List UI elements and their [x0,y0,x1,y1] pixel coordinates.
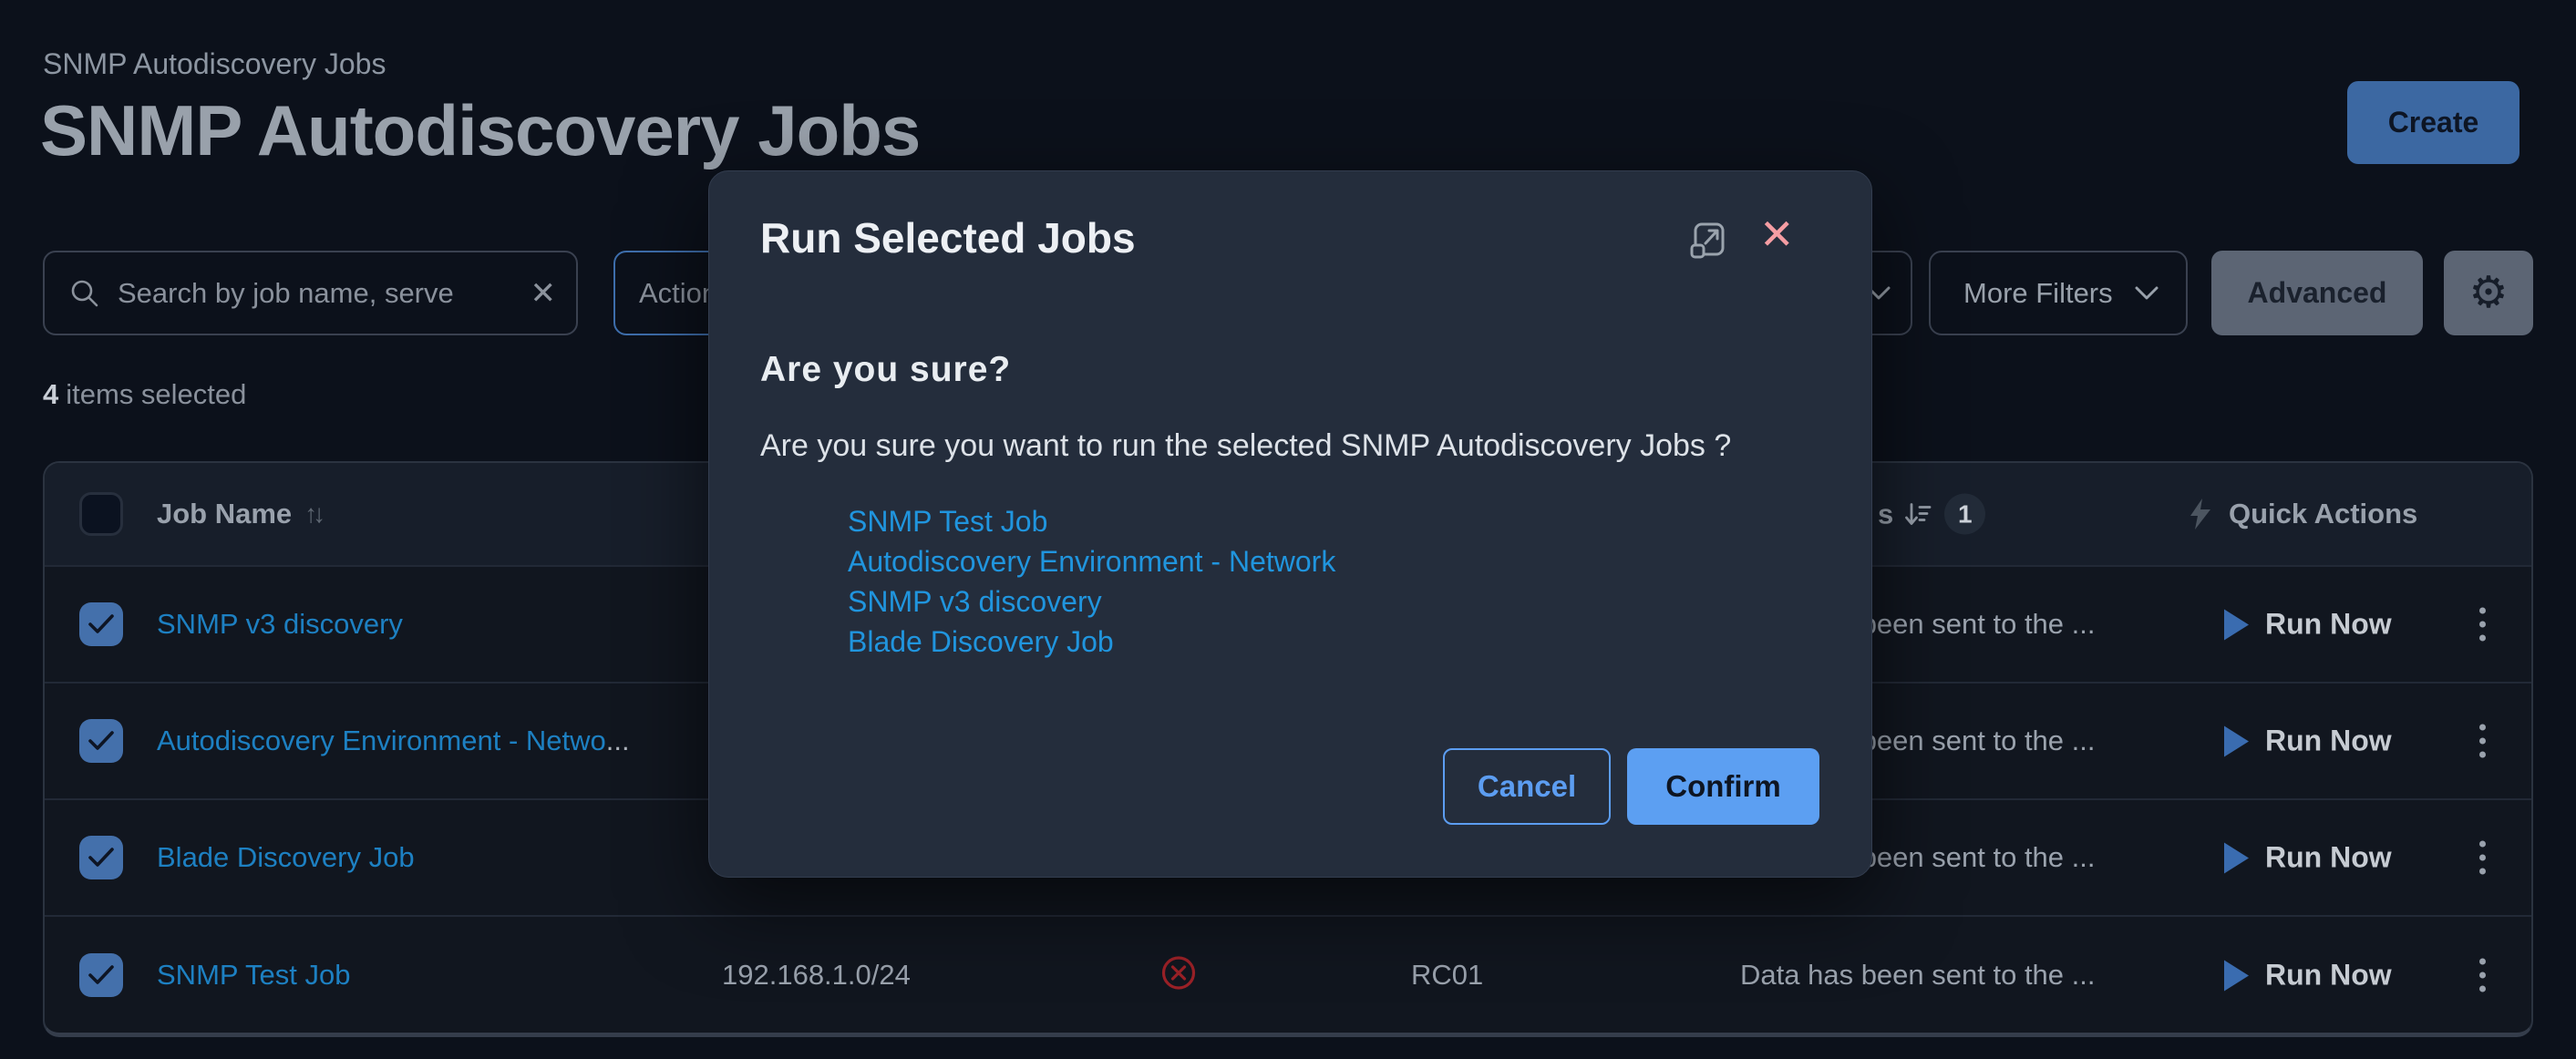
sorted-column-fragment: s [1878,498,1893,530]
checkbox-unchecked-icon[interactable] [79,492,123,536]
run-now-button[interactable]: Run Now [2224,608,2392,642]
sort-descending-icon[interactable] [1902,499,1933,530]
play-icon [2224,960,2249,991]
row-checkbox[interactable] [79,836,123,879]
subnet-cell: 192.168.1.0/24 [722,959,911,992]
settings-button[interactable]: ⚙ [2444,251,2533,335]
selected-jobs-list: SNMP Test Job Autodiscovery Environment … [848,501,1335,662]
column-header-sorted[interactable]: s 1 [1878,494,1985,535]
breadcrumb[interactable]: SNMP Autodiscovery Jobs [43,47,386,81]
expand-icon [1686,219,1730,262]
job-name-link[interactable]: Blade Discovery Job [157,841,415,874]
run-selected-jobs-dialog: Run Selected Jobs ✕ Are you sure? Are yo… [708,170,1872,878]
search-icon [68,277,101,310]
job-name-link[interactable]: SNMP Test Job [157,959,351,992]
page-title: SNMP Autodiscovery Jobs [40,89,920,172]
selected-job-link[interactable]: SNMP Test Job [848,501,1335,541]
lightning-bolt-icon [2187,498,2214,530]
column-header-quick-actions: Quick Actions [2187,498,2417,530]
play-icon [2224,842,2249,873]
row-checkbox[interactable] [79,602,123,646]
more-filters-label: More Filters [1963,277,2113,310]
snmp-autodiscovery-jobs-page: SNMP Autodiscovery Jobs SNMP Autodiscove… [0,0,2576,1059]
dialog-title: Run Selected Jobs [760,213,1136,262]
search-box[interactable]: ✕ [43,251,578,335]
chevron-down-icon [2135,286,2159,301]
checkbox-checked-icon[interactable] [79,602,123,646]
close-icon: ✕ [1759,211,1795,258]
run-now-button[interactable]: Run Now [2224,841,2392,875]
row-checkbox[interactable] [79,953,123,997]
confirm-question: Are you sure you want to run the selecte… [760,428,1731,464]
cancel-button[interactable]: Cancel [1443,748,1611,825]
gear-icon: ⚙ [2468,272,2508,315]
job-name-link[interactable]: SNMP v3 discovery [157,608,403,641]
run-now-button[interactable]: Run Now [2224,725,2392,758]
row-menu-button[interactable] [2474,602,2491,647]
play-icon [2224,725,2249,756]
selection-status: 4items selected [43,378,246,411]
create-button[interactable]: Create [2347,81,2519,164]
run-now-button[interactable]: Run Now [2224,959,2392,992]
column-header-job-name[interactable]: Job Name ↑↓ [157,498,321,530]
selected-job-link[interactable]: Autodiscovery Environment - Network [848,541,1335,581]
search-input[interactable] [118,277,514,310]
status-error-icon [1160,955,1197,996]
row-menu-button[interactable] [2474,836,2491,880]
advanced-button[interactable]: Advanced [2211,251,2423,335]
code-cell: RC01 [1411,959,1483,992]
play-icon [2224,609,2249,640]
row-menu-button[interactable] [2474,953,2491,998]
selection-count: 4 [43,378,58,410]
row-menu-button[interactable] [2474,719,2491,764]
selected-job-link[interactable]: SNMP v3 discovery [848,581,1335,622]
selection-label: items selected [66,378,246,410]
row-checkbox[interactable] [79,719,123,763]
close-dialog-button[interactable]: ✕ [1759,213,1795,255]
selected-job-link[interactable]: Blade Discovery Job [848,622,1335,662]
expand-dialog-button[interactable] [1686,219,1730,265]
message-cell: Data has been sent to the ... [1740,959,2095,992]
more-filters-dropdown[interactable]: More Filters [1929,251,2188,335]
sort-icon[interactable]: ↑↓ [304,499,321,529]
select-all-checkbox[interactable] [79,492,123,536]
job-name-link[interactable]: Autodiscovery Environment - Netwo... [157,725,630,757]
clear-search-icon[interactable]: ✕ [531,278,557,309]
table-row: SNMP Test Job 192.168.1.0/24 RC01 Data h… [45,917,2531,1033]
sort-priority-badge: 1 [1944,494,1985,535]
checkbox-checked-icon[interactable] [79,836,123,879]
confirm-button[interactable]: Confirm [1627,748,1819,825]
confirm-heading: Are you sure? [760,350,1011,390]
checkbox-checked-icon[interactable] [79,953,123,997]
checkbox-checked-icon[interactable] [79,719,123,763]
